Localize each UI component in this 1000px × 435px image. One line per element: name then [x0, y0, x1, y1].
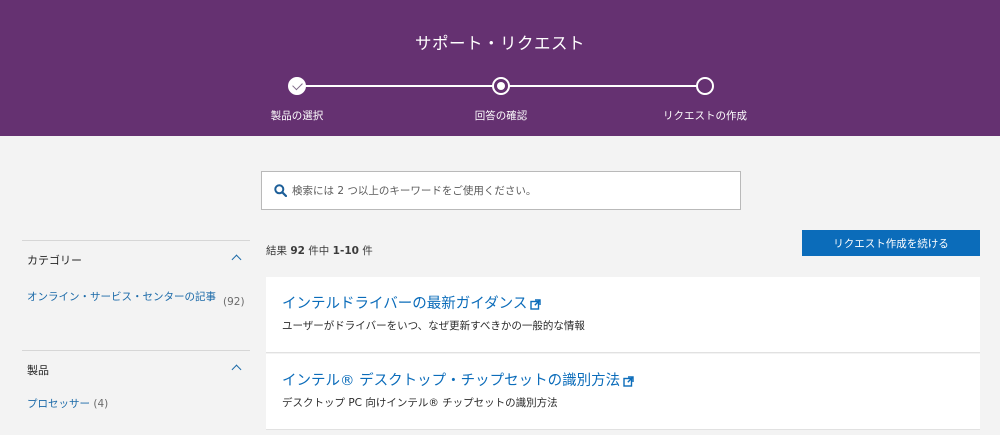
filter-title-product: 製品 — [27, 364, 49, 377]
filter-option-count: (92) — [223, 296, 245, 308]
external-link-icon — [530, 298, 542, 310]
page-header: サポート・リクエスト 製品の選択 回答の確認 リクエストの作成 — [0, 0, 1000, 136]
results-count: 結果 92 件中 1-10 件 — [266, 243, 373, 258]
step-label-select-product: 製品の選択 — [270, 110, 324, 122]
step-label-review-answers: 回答の確認 — [474, 110, 528, 122]
step-label-create-request: リクエストの作成 — [663, 110, 747, 122]
results-range: 1-10 — [332, 245, 359, 257]
results-middle: 件中 — [304, 245, 333, 257]
step-current-indicator — [492, 77, 510, 95]
current-dot-icon — [497, 82, 505, 90]
filter-option-count: (4) — [93, 398, 109, 410]
continue-request-button[interactable]: リクエスト作成を続ける — [802, 230, 980, 256]
results-suffix: 件 — [358, 245, 373, 257]
filter-option-online-service-center-articles[interactable]: オンライン・サービス・センターの記事 — [27, 290, 219, 304]
chevron-up-icon[interactable] — [231, 254, 242, 265]
article-title-link[interactable]: インテルドライバーの最新ガイダンス — [282, 292, 542, 313]
article-title-link[interactable]: インテル® デスクトップ・チップセットの識別方法 — [282, 369, 634, 390]
article-title-text[interactable]: インテル® デスクトップ・チップセットの識別方法 — [282, 373, 620, 389]
article-description: デスクトップ PC 向けインテル® チップセットの識別方法 — [282, 397, 558, 409]
page-title: サポート・リクエスト — [415, 34, 585, 53]
chevron-up-icon[interactable] — [231, 364, 242, 375]
search-icon — [274, 184, 287, 197]
search-input[interactable] — [292, 173, 732, 208]
step-upcoming-indicator — [696, 77, 714, 95]
results-total: 92 — [290, 245, 305, 257]
step-completed-indicator — [288, 77, 306, 95]
search-box[interactable] — [261, 171, 741, 210]
external-link-icon — [623, 375, 634, 387]
check-icon — [292, 79, 303, 91]
filter-title-category: カテゴリー — [27, 254, 82, 267]
results-prefix: 結果 — [266, 245, 291, 257]
article-card[interactable]: インテル® デスクトップ・チップセットの識別方法 デスクトップ PC 向けインテ… — [266, 354, 980, 430]
article-card[interactable]: インテルドライバーの最新ガイダンス ユーザーがドライバーをいつ、なぜ更新すべきか… — [266, 277, 980, 353]
filter-option-processor[interactable]: プロセッサー (4) — [27, 397, 108, 411]
filter-header-category[interactable]: カテゴリー — [22, 240, 250, 276]
filter-header-product[interactable]: 製品 — [22, 350, 250, 386]
article-title-text[interactable]: インテルドライバーの最新ガイダンス — [282, 296, 527, 312]
filter-option-label[interactable]: プロセッサー — [27, 398, 90, 410]
article-description: ユーザーがドライバーをいつ、なぜ更新すべきかの一般的な情報 — [282, 320, 585, 332]
